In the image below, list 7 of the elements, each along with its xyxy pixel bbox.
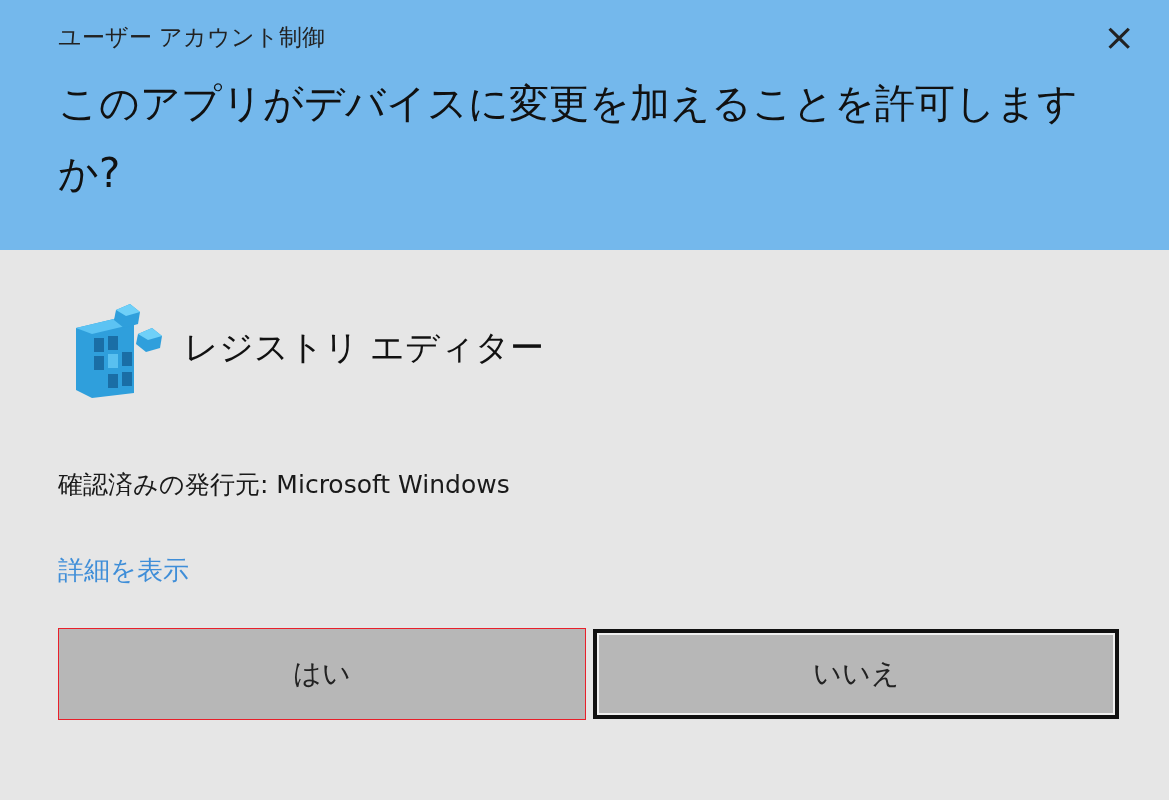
app-name: レジストリ エディター [184, 326, 544, 369]
close-button[interactable]: × [1095, 18, 1143, 56]
window-title: ユーザー アカウント制御 [58, 22, 326, 52]
dialog-button[interactable]: はい [59, 629, 585, 719]
dialog-button[interactable]: いいえ [593, 629, 1119, 719]
dialog-question: このアプリがデバイスに変更を加えることを許可しますか? [58, 79, 1079, 198]
publisher-text: 確認済みの発行元: Microsoft Windows [58, 469, 511, 501]
